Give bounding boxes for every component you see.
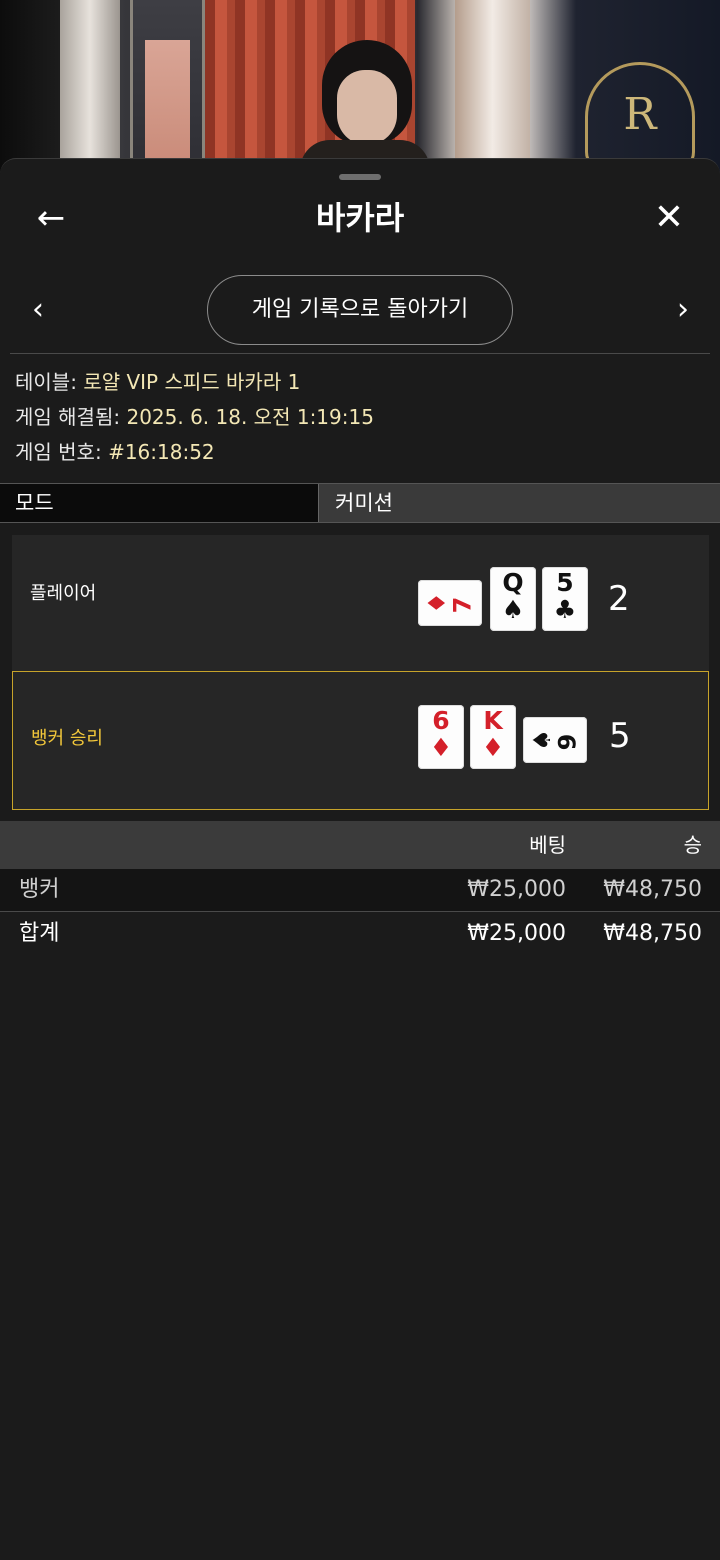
chevron-left-icon[interactable]: ‹ xyxy=(18,287,58,333)
mode-label: 모드 xyxy=(0,484,318,522)
banker-score: 5 xyxy=(609,716,631,756)
total-win: ₩48,750 xyxy=(603,921,702,946)
sheet-grabber[interactable] xyxy=(339,174,381,180)
card-rank: 7 xyxy=(448,596,477,614)
total-row: 합계 ₩25,000 ₩48,750 xyxy=(0,913,720,955)
video-frame xyxy=(130,0,205,175)
player-hand: 플레이어 7 ♦ Q ♠ 5 ♣ 2 xyxy=(12,535,709,672)
divider xyxy=(10,353,710,354)
resolved-value: 2025. 6. 18. 오전 1:19:15 xyxy=(126,405,374,429)
player-card-3: 5 ♣ xyxy=(542,567,588,631)
card-rank: K xyxy=(483,706,503,735)
card-rank: Q xyxy=(502,568,524,597)
game-detail-sheet: ← 바카라 ✕ ‹ 게임 기록으로 돌아가기 › 테이블: 로얄 VIP 스피드… xyxy=(0,158,720,1560)
bet-column-header: 베팅 xyxy=(529,833,566,857)
card-rank: 6 xyxy=(432,706,450,735)
table-info: 테이블: 로얄 VIP 스피드 바카라 1 xyxy=(15,367,300,397)
table-row: 뱅커 ₩25,000 ₩48,750 xyxy=(0,869,720,911)
win-column-header: 승 xyxy=(683,833,702,857)
player-label: 플레이어 xyxy=(30,583,97,604)
win-amount: ₩48,750 xyxy=(603,877,702,902)
total-bet: ₩25,000 xyxy=(467,921,566,946)
close-icon[interactable]: ✕ xyxy=(646,195,692,241)
video-pillar xyxy=(455,0,530,175)
page-title: 바카라 xyxy=(315,199,405,237)
banker-hand: 뱅커 승리 6 ♦ K ♦ 9 ♠ 5 xyxy=(12,671,709,810)
card-rank: 9 xyxy=(553,733,582,751)
game-number-info: 게임 번호: #16:18:52 xyxy=(15,437,215,467)
card-suit: ♦ xyxy=(429,733,453,762)
table-label: 테이블: xyxy=(15,370,77,394)
bets-table-header: 베팅 승 xyxy=(0,821,720,869)
dealer-face xyxy=(337,70,397,145)
player-card-2: Q ♠ xyxy=(490,567,536,631)
bet-amount: ₩25,000 xyxy=(467,877,566,902)
mode-row: 모드 커미션 xyxy=(0,483,720,523)
banker-card-2: K ♦ xyxy=(470,705,516,769)
card-suit: ♦ xyxy=(481,733,505,762)
crest-logo: R xyxy=(585,62,695,172)
player-score: 2 xyxy=(608,579,630,619)
bet-name: 뱅커 xyxy=(19,877,60,902)
chevron-right-icon[interactable]: › xyxy=(663,287,703,333)
banker-win-label: 뱅커 승리 xyxy=(31,728,103,749)
game-number-label: 게임 번호: xyxy=(15,440,102,464)
divider xyxy=(0,911,720,912)
video-pillar xyxy=(60,0,120,175)
back-to-history-button[interactable]: 게임 기록으로 돌아가기 xyxy=(207,275,513,345)
table-value: 로얄 VIP 스피드 바카라 1 xyxy=(83,370,301,394)
video-silhouette xyxy=(0,0,60,175)
resolved-label: 게임 해결됨: xyxy=(15,405,121,429)
live-video-feed: R xyxy=(0,0,720,175)
banker-card-1: 6 ♦ xyxy=(418,705,464,769)
card-suit: ♠ xyxy=(501,595,525,624)
banker-card-3: 9 ♠ xyxy=(523,717,587,763)
resolved-info: 게임 해결됨: 2025. 6. 18. 오전 1:19:15 xyxy=(15,402,374,432)
game-number-value: #16:18:52 xyxy=(108,440,215,464)
card-rank: 5 xyxy=(556,568,574,597)
player-card-1: 7 ♦ xyxy=(418,580,482,626)
card-suit: ♦ xyxy=(422,592,451,614)
card-suit: ♣ xyxy=(553,595,577,624)
total-label: 합계 xyxy=(19,921,60,946)
card-suit: ♠ xyxy=(527,729,556,751)
mode-value: 커미션 xyxy=(318,484,720,522)
